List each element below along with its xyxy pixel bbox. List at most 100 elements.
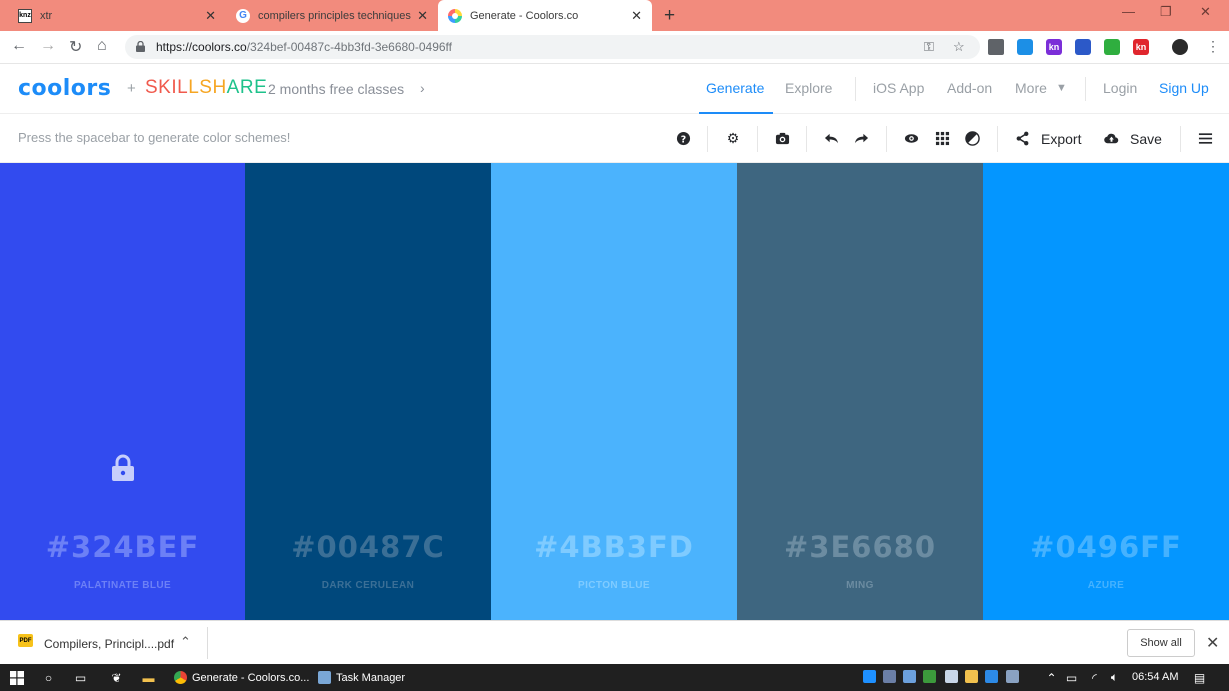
download-file-name[interactable]: Compilers, Principl....pdf: [44, 637, 174, 651]
wifi-icon[interactable]: ◜: [1087, 670, 1102, 685]
coolors-logo[interactable]: coolors: [18, 76, 111, 101]
cloud-upload-icon[interactable]: [1103, 130, 1119, 147]
new-tab-button[interactable]: +: [664, 5, 675, 27]
browser-menu-icon[interactable]: ⋮: [1206, 38, 1220, 55]
url-path: /324bef-00487c-4bb3fd-3e6680-0496ff: [246, 40, 453, 54]
close-tab-icon[interactable]: ✕: [631, 8, 642, 24]
music-tray-icon[interactable]: [863, 670, 876, 683]
minimize-icon[interactable]: —: [1122, 4, 1135, 19]
browser-tab-coolors[interactable]: Generate - Coolors.co ✕: [438, 0, 652, 31]
color-swatch[interactable]: #0496FF AZURE: [983, 163, 1229, 620]
task-view-icon[interactable]: ▭: [73, 670, 88, 685]
window-close-icon[interactable]: ✕: [1200, 4, 1211, 20]
spacebar-hint: Press the spacebar to generate color sch…: [18, 130, 291, 145]
extension-icon[interactable]: [1017, 39, 1033, 55]
export-button[interactable]: Export: [1041, 131, 1081, 147]
nav-addon[interactable]: Add-on: [947, 80, 992, 96]
color-swatch[interactable]: #3E6680 MING: [737, 163, 983, 620]
camera-icon[interactable]: [774, 130, 790, 147]
close-shelf-icon[interactable]: ✕: [1206, 633, 1219, 653]
nav-more[interactable]: More: [1015, 80, 1047, 96]
nav-explore[interactable]: Explore: [785, 80, 832, 96]
notifications-icon[interactable]: ▤: [1192, 670, 1207, 685]
secure-lock-icon: [136, 41, 145, 52]
browser-tab-strip: knz xtr ✕ G compilers principles techniq…: [0, 0, 1229, 31]
lock-icon[interactable]: [111, 454, 135, 482]
url-omnibox[interactable]: https://coolors.co/324bef-00487c-4bb3fd-…: [125, 35, 980, 59]
nav-ios-app[interactable]: iOS App: [873, 80, 924, 96]
show-all-button[interactable]: Show all: [1127, 629, 1195, 657]
hex-code[interactable]: #324BEF: [0, 530, 245, 564]
bookmark-star-icon[interactable]: ☆: [953, 39, 965, 55]
volume-icon[interactable]: 🔈︎: [1107, 670, 1122, 685]
view-eye-icon[interactable]: [903, 130, 919, 147]
back-arrow-icon[interactable]: ←: [11, 37, 27, 55]
browser-tab-xtr[interactable]: knz xtr ✕: [8, 0, 226, 31]
browser-tab-compilers[interactable]: G compilers principles techniques a ✕: [226, 0, 438, 31]
undo-icon[interactable]: [823, 130, 839, 147]
close-tab-icon[interactable]: ✕: [205, 8, 216, 24]
system-clock[interactable]: 06:54 AM: [1132, 671, 1178, 683]
windows-start-icon[interactable]: [9, 670, 24, 685]
tray-app-icon[interactable]: [1006, 670, 1019, 683]
plus-sign: +: [127, 80, 136, 97]
reload-icon[interactable]: ↻: [69, 37, 82, 57]
signup-link[interactable]: Sign Up: [1159, 80, 1209, 96]
tray-app-icon[interactable]: [923, 670, 936, 683]
help-icon[interactable]: ?: [675, 130, 691, 147]
knz-red-extension-icon[interactable]: kn: [1133, 39, 1149, 55]
hex-code[interactable]: #4BB3FD: [491, 530, 737, 564]
tray-expand-chevron-icon[interactable]: ⌃: [1044, 670, 1059, 685]
svg-text:?: ?: [680, 134, 685, 145]
hamburger-menu-icon[interactable]: [1197, 130, 1213, 147]
promo-text[interactable]: 2 months free classes: [268, 81, 404, 97]
generator-toolbar: Press the spacebar to generate color sch…: [0, 114, 1229, 163]
settings-gear-icon[interactable]: ⚙: [725, 130, 741, 147]
chevron-up-icon[interactable]: ⌃: [180, 634, 191, 650]
grid-icon[interactable]: [934, 130, 950, 147]
hex-code[interactable]: #3E6680: [737, 530, 983, 564]
login-link[interactable]: Login: [1103, 80, 1137, 96]
hex-code[interactable]: #0496FF: [983, 530, 1229, 564]
hex-code[interactable]: #00487C: [245, 530, 491, 564]
chevron-down-icon[interactable]: ▼: [1056, 82, 1067, 94]
save-extension-icon[interactable]: [1075, 39, 1091, 55]
skillshare-logo[interactable]: SKILLSHARE: [145, 77, 267, 99]
tray-app-icon[interactable]: [965, 670, 978, 683]
app-icon[interactable]: ❦: [109, 670, 124, 685]
nav-generate[interactable]: Generate: [706, 80, 764, 96]
home-icon[interactable]: ⌂: [97, 37, 107, 55]
site-header: coolors + SKILLSHARE 2 months free class…: [0, 64, 1229, 114]
color-swatch[interactable]: #00487C DARK CERULEAN: [245, 163, 491, 620]
redo-icon[interactable]: [853, 130, 869, 147]
tray-app-icon[interactable]: [945, 670, 958, 683]
extension-icon[interactable]: [1104, 39, 1120, 55]
color-swatch[interactable]: #324BEF PALATINATE BLUE: [0, 163, 245, 620]
knz-extension-icon[interactable]: kn: [1046, 39, 1062, 55]
taskbar-app-label: Task Manager: [336, 671, 406, 684]
tray-app-icon[interactable]: [903, 670, 916, 683]
profile-avatar[interactable]: [1172, 39, 1188, 55]
save-button[interactable]: Save: [1130, 131, 1162, 147]
color-name: PICTON BLUE: [578, 580, 650, 591]
divider: [997, 126, 998, 152]
contrast-icon[interactable]: [964, 130, 980, 147]
close-tab-icon[interactable]: ✕: [417, 8, 428, 24]
address-bar: ← → ↻ ⌂ https://coolors.co/324bef-00487c…: [0, 31, 1229, 64]
forward-arrow-icon[interactable]: →: [40, 37, 56, 55]
color-swatch[interactable]: #4BB3FD PICTON BLUE: [491, 163, 737, 620]
chevron-right-icon[interactable]: ›: [420, 80, 425, 96]
divider: [757, 126, 758, 152]
camera-extension-icon[interactable]: [988, 39, 1004, 55]
restore-icon[interactable]: ❐: [1160, 4, 1172, 20]
chrome-icon: [174, 671, 187, 684]
battery-icon[interactable]: ▭: [1064, 670, 1079, 685]
key-icon[interactable]: ⚿: [924, 39, 934, 55]
taskbar-app-task-manager[interactable]: Task Manager: [318, 664, 405, 691]
file-explorer-icon[interactable]: ▬: [141, 670, 156, 685]
tray-app-icon[interactable]: [883, 670, 896, 683]
taskbar-app-chrome[interactable]: Generate - Coolors.co...: [174, 664, 309, 691]
share-icon[interactable]: [1014, 130, 1030, 147]
download-arrow-tray-icon[interactable]: [985, 670, 998, 683]
search-circle-icon[interactable]: ○: [41, 670, 56, 685]
